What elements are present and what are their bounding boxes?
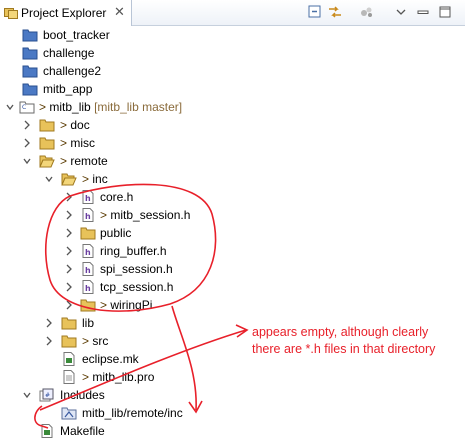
link-with-editor-icon[interactable] [326,3,344,21]
collapsed-chevron-icon[interactable] [64,260,74,278]
header-file-icon: h [82,208,94,222]
svg-text:h: h [85,212,91,221]
project-icon [22,65,38,78]
annotation-note: appears empty, although clearly there ar… [252,325,436,356]
collapsed-chevron-icon[interactable] [44,314,54,332]
collapsed-chevron-icon[interactable] [64,206,74,224]
expanded-chevron-icon[interactable] [22,386,32,404]
makefile-icon [63,352,75,366]
project-icon [22,83,38,96]
cpp-project-icon: C [19,101,35,114]
tab-project-explorer[interactable]: Project Explorer ✕ [0,0,132,26]
view-menu-icon[interactable] [392,3,410,21]
annotation-arrowhead-note [235,324,249,338]
svg-text:h: h [85,194,91,203]
folder-icon [61,317,77,330]
folder-icon [80,227,96,240]
close-icon[interactable]: ✕ [114,4,125,20]
makefile-icon [41,424,53,438]
collapsed-chevron-icon[interactable] [22,116,32,134]
collapsed-chevron-icon[interactable] [22,134,32,152]
open-folder-icon [61,173,77,186]
project-explorer-icon [4,8,18,19]
collapsed-chevron-icon[interactable] [64,278,74,296]
maximize-icon[interactable] [436,3,454,21]
folder-icon [39,137,55,150]
collapsed-chevron-icon[interactable] [64,224,74,242]
folder-icon [39,119,55,132]
include-folder-icon [61,407,77,420]
folder-icon [61,335,77,348]
focus-on-task-icon[interactable] [358,3,376,21]
header-file-icon: h [82,262,94,276]
annotation-arrowhead-down [188,400,203,414]
collapsed-chevron-icon[interactable] [44,332,54,350]
tab-title: Project Explorer [21,6,107,20]
svg-text:C: C [22,104,26,111]
project-icon [22,29,38,42]
minimize-icon[interactable] [414,3,432,21]
svg-text:#: # [45,392,50,399]
header-file-icon: h [82,280,94,294]
expanded-chevron-icon[interactable] [5,98,15,116]
annotation-arrow-down [171,305,197,411]
includes-icon: # [39,388,54,402]
project-icon [22,47,38,60]
header-file-icon: h [82,190,94,204]
expanded-chevron-icon[interactable] [44,170,54,188]
collapsed-chevron-icon[interactable] [64,296,74,314]
open-folder-icon [39,155,55,168]
header-file-icon: h [82,244,94,258]
svg-text:h: h [85,266,91,275]
view-tabbar: Project Explorer ✕ [0,0,465,26]
svg-text:h: h [85,284,91,293]
collapse-all-icon[interactable] [306,3,324,21]
svg-text:h: h [85,248,91,257]
folder-icon [80,299,96,312]
file-icon [63,370,75,384]
expanded-chevron-icon[interactable] [22,152,32,170]
collapsed-chevron-icon[interactable] [64,242,74,260]
collapsed-chevron-icon[interactable] [64,188,74,206]
